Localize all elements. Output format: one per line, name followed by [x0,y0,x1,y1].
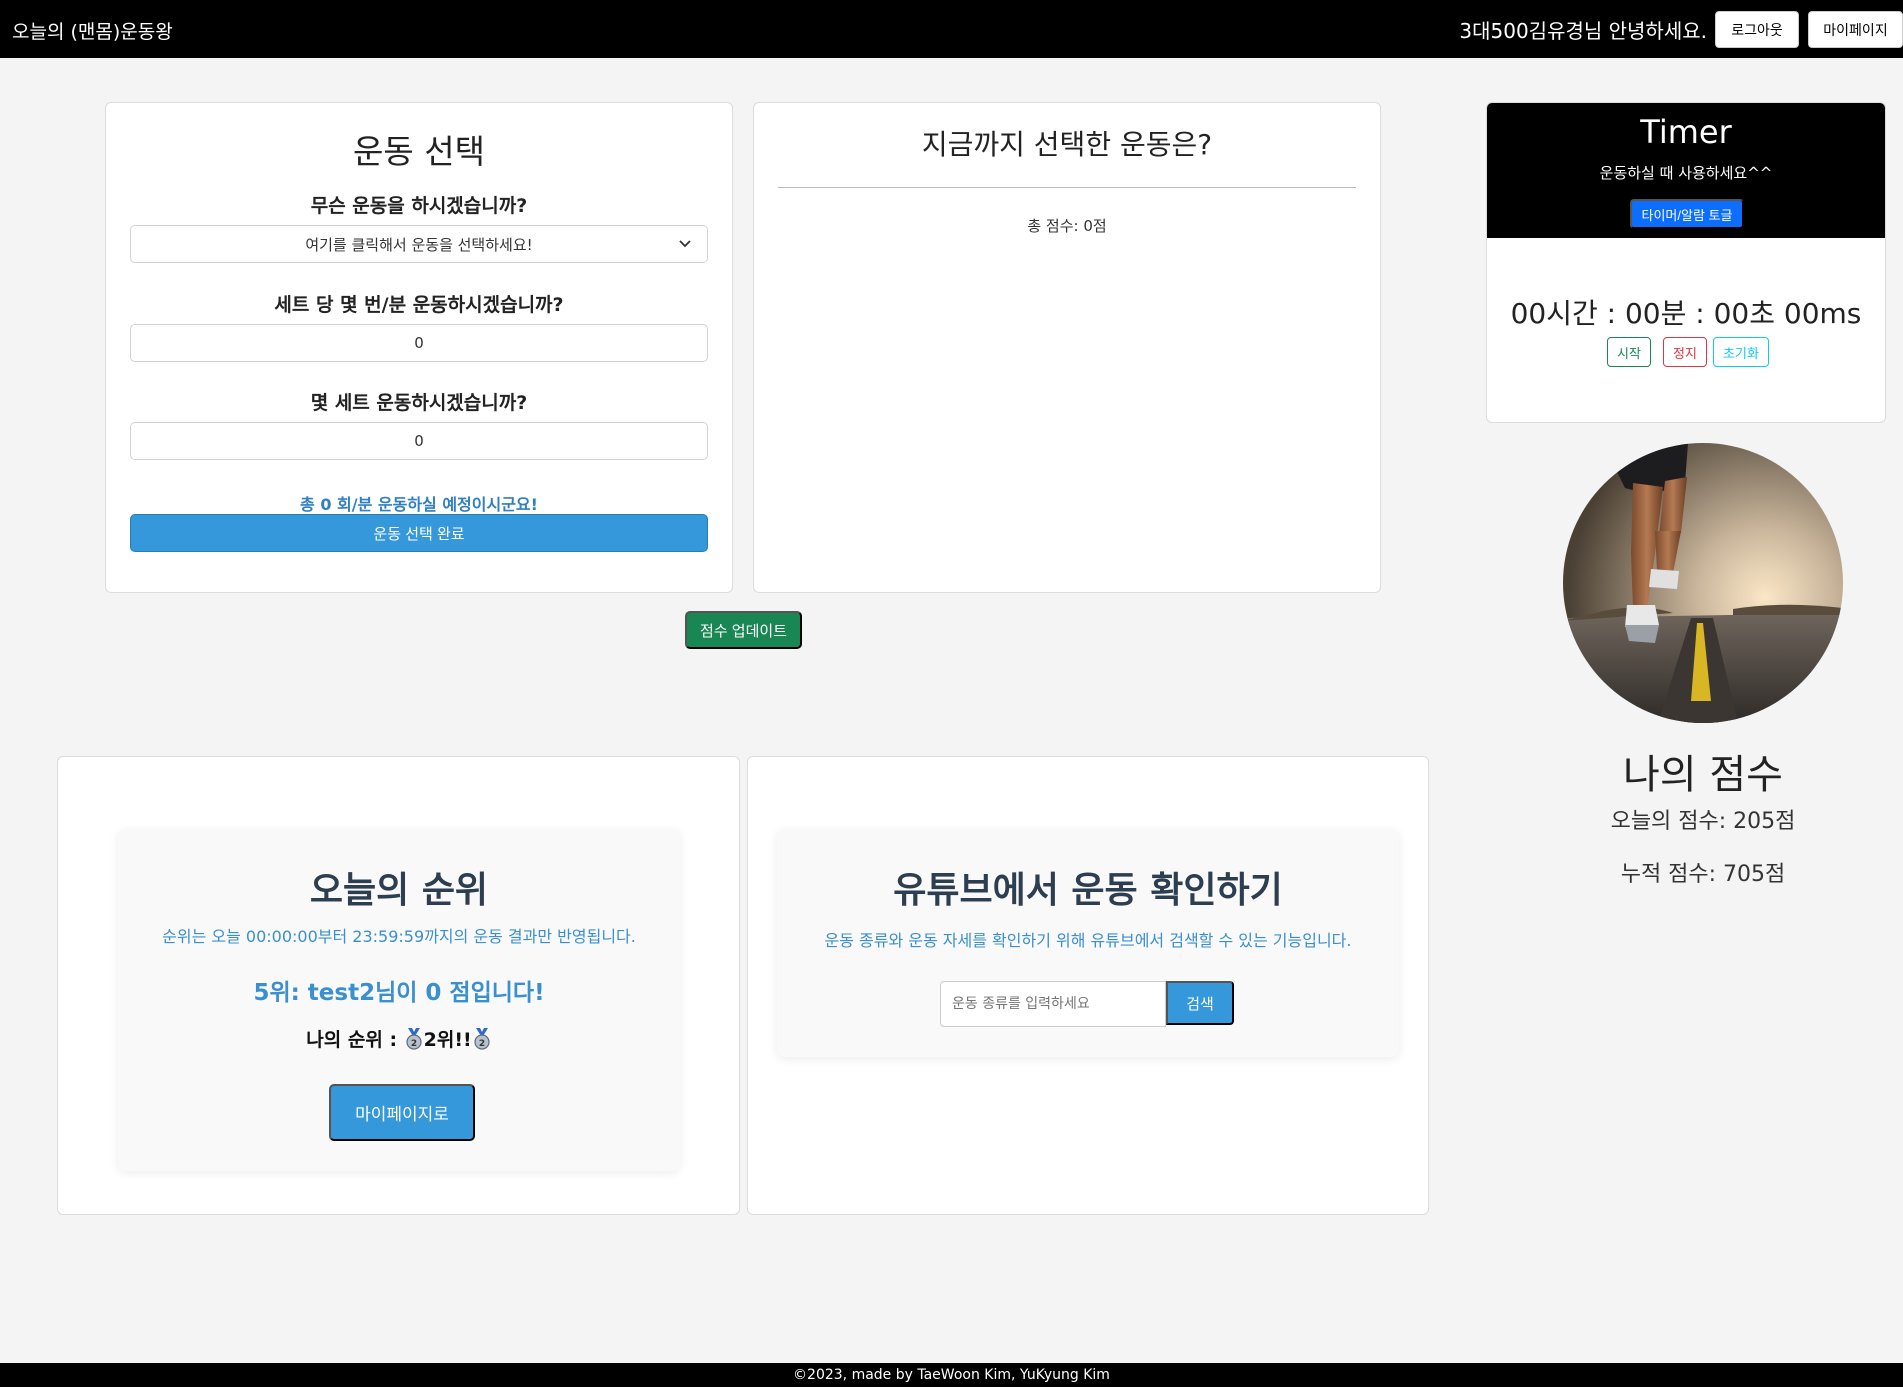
divider [778,187,1356,188]
my-rank: 나의 순위 : 2 2위!! 2 [118,1025,680,1052]
youtube-search-button[interactable]: 검색 [1166,981,1234,1025]
my-score-title: 나의 점수 [1623,752,1783,798]
medal-icon: 2 [406,1028,422,1050]
youtube-card: 유튜브에서 운동 확인하기 운동 종류와 운동 자세를 확인하기 위해 유튜브에… [747,756,1429,1215]
go-to-mypage-button[interactable]: 마이페이지로 [329,1084,475,1141]
chevron-down-icon [679,240,691,248]
timer-card: Timer 운동하실 때 사용하세요^^ 타이머/알람 토글 00시간 : 00… [1486,102,1886,423]
rank-entry: 5위: test2님이 0 점입니다! [253,980,545,1006]
timer-reset-button[interactable]: 초기화 [1713,337,1769,367]
runner-image [1563,443,1843,723]
reps-question: 세트 당 몇 번/분 운동하시겠습니까? [274,294,564,316]
total-score-text: 총 점수: 0점 [1027,217,1107,235]
sets-input-value: 0 [414,432,424,450]
reps-input-value: 0 [414,334,424,352]
logout-button[interactable]: 로그아웃 [1715,11,1799,48]
timer-header: Timer 운동하실 때 사용하세요^^ 타이머/알람 토글 [1487,103,1885,238]
ranking-title: 오늘의 순위 [309,870,489,911]
my-rank-label: 나의 순위 : [306,1029,398,1051]
ranking-card: 오늘의 순위 순위는 오늘 00:00:00부터 23:59:59까지의 운동 … [57,756,740,1215]
top-navbar: 오늘의 (맨몸)운동왕 3대500김유경님 안녕하세요. 로그아웃 마이페이지 [0,0,1903,58]
complete-selection-button[interactable]: 운동 선택 완료 [130,514,708,552]
timer-title: Timer [1640,113,1732,151]
sets-question: 몇 세트 운동하시겠습니까? [310,392,528,414]
youtube-note: 운동 종류와 운동 자세를 확인하기 위해 유튜브에서 검색할 수 있는 기능입… [824,931,1352,950]
timer-alarm-toggle-button[interactable]: 타이머/알람 토글 [1630,199,1744,229]
timer-subtitle: 운동하실 때 사용하세요^^ [1599,164,1773,182]
youtube-search-input[interactable] [940,981,1166,1027]
my-rank-value: 2위!! [423,1029,472,1051]
youtube-panel: 유튜브에서 운동 확인하기 운동 종류와 운동 자세를 확인하기 위해 유튜브에… [777,829,1399,1057]
exercise-question: 무슨 운동을 하시겠습니까? [310,195,528,217]
youtube-title: 유튜브에서 운동 확인하기 [893,870,1283,911]
ranking-note: 순위는 오늘 00:00:00부터 23:59:59까지의 운동 결과만 반영됩… [162,927,636,946]
footer: ©2023, made by TaeWoon Kim, YuKyung Kim [0,1363,1903,1387]
timer-display: 00시간 : 00분 : 00초 00ms [1510,297,1862,330]
medal-icon: 2 [474,1028,490,1050]
svg-text:2: 2 [411,1039,417,1049]
exercise-select-card: 운동 선택 무슨 운동을 하시겠습니까? 여기를 클릭해서 운동을 선택하세요!… [105,102,733,593]
timer-stop-button[interactable]: 정지 [1663,337,1707,367]
exercise-summary: 총 0 회/분 운동하실 예정이시군요! [300,495,538,514]
user-greeting: 3대500김유경님 안녕하세요. [1459,19,1707,43]
exercise-select-value: 여기를 클릭해서 운동을 선택하세요! [305,235,533,254]
ranking-panel: 오늘의 순위 순위는 오늘 00:00:00부터 23:59:59까지의 운동 … [118,829,680,1171]
exercise-select-title: 운동 선택 [353,132,485,171]
selected-exercises-card: 지금까지 선택한 운동은? 총 점수: 0점 [753,102,1381,593]
timer-start-button[interactable]: 시작 [1607,337,1651,367]
reps-input[interactable]: 0 [130,324,708,362]
today-score: 오늘의 점수: 205점 [1610,809,1796,834]
accumulated-score: 누적 점수: 705점 [1620,862,1786,887]
brand-link[interactable]: 오늘의 (맨몸)운동왕 [12,17,173,44]
mypage-button[interactable]: 마이페이지 [1808,11,1903,48]
svg-text:2: 2 [479,1039,485,1049]
score-update-button[interactable]: 점수 업데이트 [685,611,802,649]
selected-exercises-title: 지금까지 선택한 운동은? [921,128,1213,161]
exercise-select[interactable]: 여기를 클릭해서 운동을 선택하세요! [130,225,708,263]
sets-input[interactable]: 0 [130,422,708,460]
